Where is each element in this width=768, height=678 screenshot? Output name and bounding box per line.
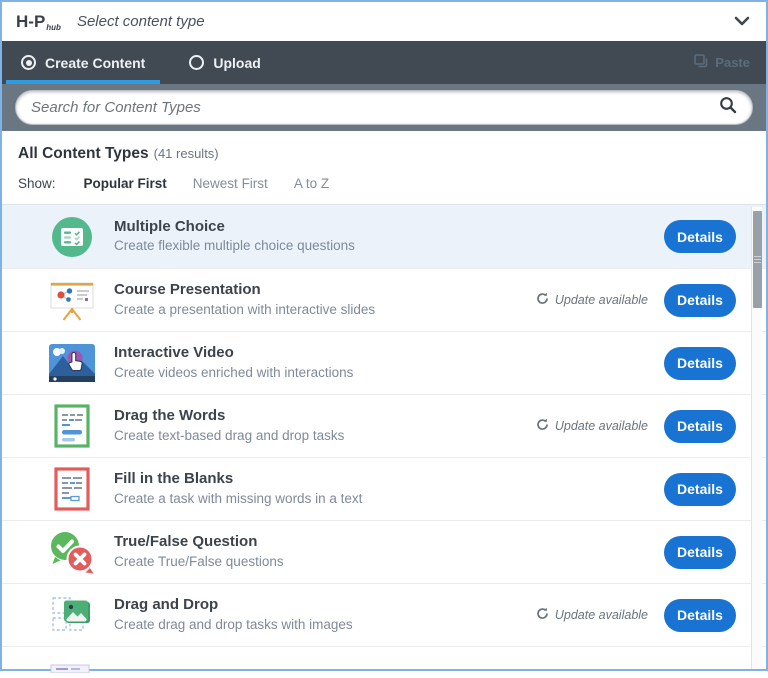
interactive-video-icon	[48, 340, 96, 386]
sort-a-to-z[interactable]: A to Z	[294, 176, 329, 191]
content-type-title: Interactive Video	[114, 343, 353, 363]
sort-popular-first[interactable]: Popular First	[84, 176, 167, 191]
details-button[interactable]: Details	[664, 220, 736, 253]
content-type-row[interactable]: Drag and Drop Create drag and drop tasks…	[2, 583, 766, 646]
update-available-label: Update available	[555, 608, 648, 622]
content-type-title: Drag and Drop	[114, 595, 353, 615]
drag-the-words-icon	[48, 403, 96, 449]
details-button[interactable]: Details	[664, 410, 736, 443]
content-type-description: Create flexible multiple choice question…	[114, 237, 355, 256]
h5p-hub-logo: H-Phub	[16, 12, 61, 32]
content-type-row[interactable]: Interactive Video Create videos enriched…	[2, 331, 766, 394]
content-type-row[interactable]: Course Presentation Create a presentatio…	[2, 268, 766, 331]
content-type-row[interactable]: Fill in the Blanks Create a task with mi…	[2, 457, 766, 520]
content-type-row[interactable]: Multiple Choice Create flexible multiple…	[2, 205, 766, 268]
next-content-type-icon-partial	[50, 660, 766, 678]
content-type-title: Multiple Choice	[114, 217, 355, 237]
radio-selected-icon	[21, 55, 36, 70]
search-section	[2, 84, 766, 131]
results-count: (41 results)	[154, 146, 219, 161]
content-type-title: Drag the Words	[114, 406, 344, 426]
search-icon[interactable]	[719, 96, 737, 119]
content-type-description: Create drag and drop tasks with images	[114, 616, 353, 635]
show-label: Show:	[18, 176, 56, 191]
tab-create-content[interactable]: Create Content	[6, 41, 160, 84]
content-type-row[interactable]: Drag the Words Create text-based drag an…	[2, 394, 766, 457]
update-available-label: Update available	[555, 293, 648, 307]
details-button[interactable]: Details	[664, 347, 736, 380]
radio-unselected-icon	[189, 55, 204, 70]
content-type-description: Create text-based drag and drop tasks	[114, 427, 344, 446]
results-header: All Content Types (41 results) Show: Popu…	[2, 131, 766, 205]
hub-logo-sub: hub	[46, 23, 61, 32]
search-input[interactable]	[31, 99, 719, 116]
content-type-description: Create a task with missing words in a te…	[114, 490, 362, 509]
content-type-row-partial[interactable]	[2, 646, 766, 669]
multiple-choice-icon	[48, 214, 96, 260]
details-button[interactable]: Details	[664, 284, 736, 317]
refresh-icon	[536, 418, 549, 434]
refresh-icon	[536, 292, 549, 308]
details-button[interactable]: Details	[664, 473, 736, 506]
course-presentation-icon	[48, 277, 96, 323]
fill-in-the-blanks-icon	[48, 466, 96, 512]
update-available-badge: Update available	[536, 607, 648, 623]
list-scrollbar[interactable]	[751, 207, 762, 669]
content-type-description: Create videos enriched with interactions	[114, 364, 353, 383]
paste-button-label: Paste	[715, 55, 750, 70]
mode-tabbar: Create Content Upload Paste	[2, 41, 766, 84]
true-false-icon	[48, 529, 96, 575]
results-title: All Content Types	[18, 145, 149, 162]
paste-button[interactable]: Paste	[694, 54, 750, 71]
content-type-row[interactable]: True/False Question Create True/False qu…	[2, 520, 766, 583]
dialog-title: Select content type	[77, 13, 205, 30]
update-available-label: Update available	[555, 419, 648, 433]
search-box[interactable]	[15, 90, 753, 125]
update-available-badge: Update available	[536, 418, 648, 434]
tab-upload-label: Upload	[213, 55, 260, 71]
scrollbar-thumb[interactable]	[753, 211, 762, 308]
tab-create-content-label: Create Content	[45, 55, 145, 71]
content-type-list: Multiple Choice Create flexible multiple…	[2, 205, 766, 669]
clipboard-paste-icon	[694, 54, 708, 71]
update-available-badge: Update available	[536, 292, 648, 308]
h5p-hub-dialog: { "window": { "logo_main": "H-P", "logo_…	[0, 0, 768, 671]
details-button[interactable]: Details	[664, 599, 736, 632]
refresh-icon	[536, 607, 549, 623]
chevron-down-icon	[734, 14, 750, 29]
drag-and-drop-icon	[48, 592, 96, 638]
sort-newest-first[interactable]: Newest First	[193, 176, 268, 191]
collapse-hub-button[interactable]	[734, 14, 750, 29]
tab-upload[interactable]: Upload	[174, 41, 275, 84]
content-type-title: Fill in the Blanks	[114, 469, 362, 489]
content-type-description: Create True/False questions	[114, 553, 284, 572]
content-type-title: True/False Question	[114, 532, 284, 552]
details-button[interactable]: Details	[664, 536, 736, 569]
content-type-description: Create a presentation with interactive s…	[114, 301, 375, 320]
content-type-title: Course Presentation	[114, 280, 375, 300]
dialog-header: H-Phub Select content type	[2, 2, 766, 41]
